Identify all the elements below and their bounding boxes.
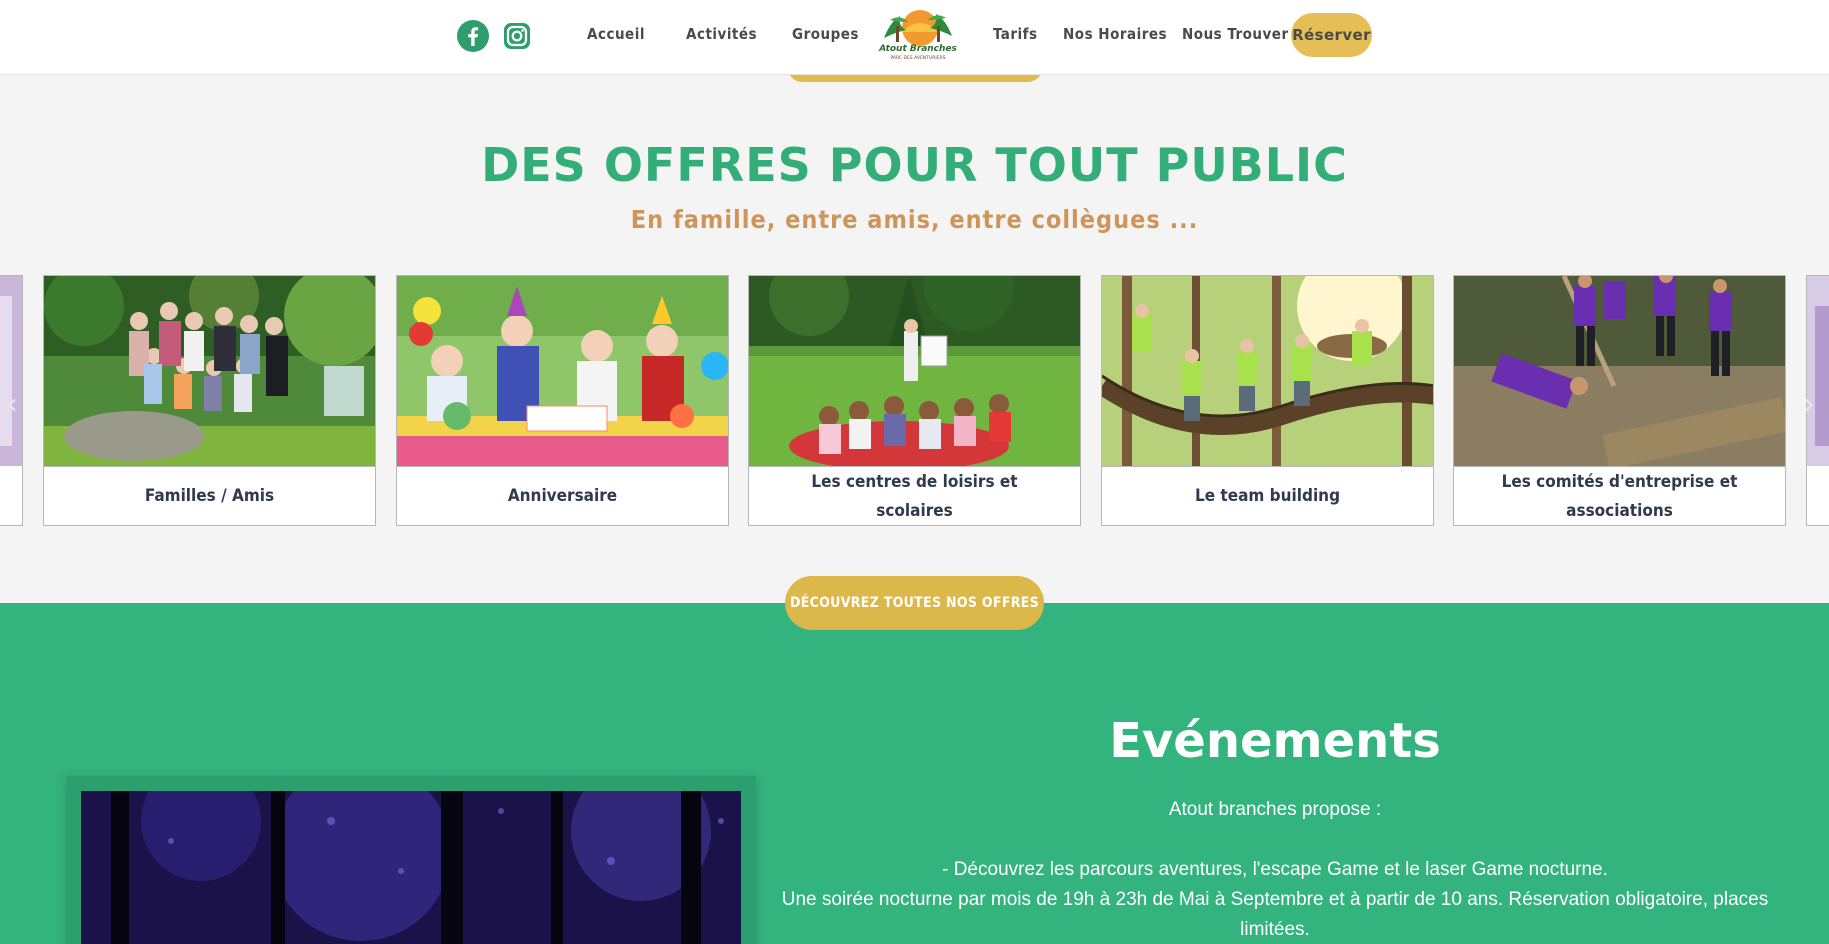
events-line-1: - Découvrez les parcours aventures, l'es…: [942, 859, 1608, 880]
events-title: Evénements: [1109, 713, 1441, 769]
offer-label: Familles / Amis: [44, 466, 375, 525]
discover-offers-button[interactable]: DÉCOUVREZ TOUTES NOS OFFRES: [785, 576, 1044, 630]
events-description: Atout branches propose : - Découvrez les…: [760, 795, 1790, 944]
offer-image-team-building: [1102, 276, 1433, 466]
site-logo[interactable]: Atout Branches PARC DES AVENTURIERS: [878, 6, 958, 64]
events-intro: Atout branches propose :: [1168, 799, 1382, 820]
nav-horaires[interactable]: Nos Horaires: [1063, 25, 1167, 43]
offer-image-centres-loisirs: [749, 276, 1080, 471]
offer-card-anniversaire[interactable]: Anniversaire: [396, 275, 729, 526]
nav-activites[interactable]: Activités: [686, 25, 757, 43]
offer-label: Les centres de loisirs et scolaires: [749, 466, 1080, 525]
offers-subtitle: En famille, entre amis, entre collègues …: [630, 205, 1199, 234]
nav-accueil[interactable]: Accueil: [587, 25, 645, 43]
events-image: [81, 791, 741, 944]
carousel-prev-icon[interactable]: ‹: [6, 388, 28, 422]
offer-card-team-building[interactable]: Le team building: [1101, 275, 1434, 526]
offer-image-familles: [44, 276, 375, 466]
offer-image-anniversaire: [397, 276, 728, 466]
offer-label: Les comités d'entreprise et associations: [1454, 466, 1785, 525]
events-section: Evénements Atout branches propose : - Dé…: [0, 603, 1829, 944]
carousel-next-icon[interactable]: ›: [1803, 388, 1825, 422]
site-header: Accueil Activités Groupes Atout Branches…: [0, 0, 1829, 75]
offer-card-centres-loisirs[interactable]: Les centres de loisirs et scolaires: [748, 275, 1081, 526]
nav-groupes[interactable]: Groupes: [792, 25, 859, 43]
reserve-button[interactable]: Réserver: [1291, 13, 1372, 57]
offer-card-familles[interactable]: Familles / Amis: [43, 275, 376, 526]
svg-text:Atout Branches: Atout Branches: [878, 44, 957, 54]
instagram-icon[interactable]: [500, 19, 534, 53]
nav-tarifs[interactable]: Tarifs: [993, 25, 1038, 43]
offer-card-comites[interactable]: Les comités d'entreprise et associations: [1453, 275, 1786, 526]
offer-label: Le team building: [1102, 466, 1433, 525]
svg-text:PARC DES AVENTURIERS: PARC DES AVENTURIERS: [891, 55, 946, 61]
offer-label: Anniversaire: [397, 466, 728, 525]
events-line-2: Une soirée nocturne par mois de 19h à 23…: [781, 889, 1769, 940]
facebook-icon[interactable]: [456, 19, 490, 53]
nav-nous-trouver[interactable]: Nous Trouver: [1182, 25, 1289, 43]
offer-image-comites: [1454, 276, 1785, 470]
offers-title: Des offres pour tout public: [481, 138, 1348, 192]
